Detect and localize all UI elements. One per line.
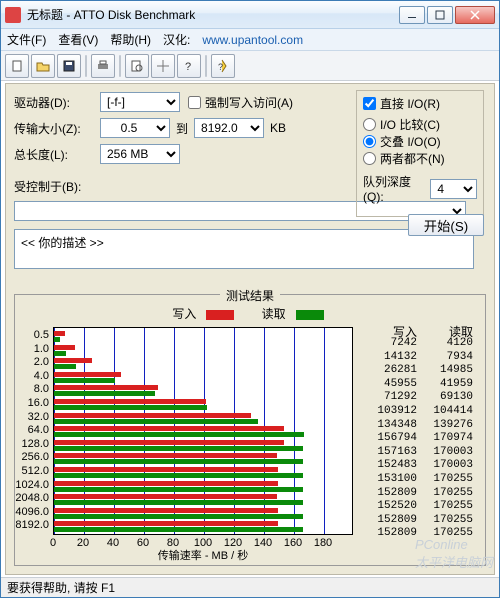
xfer-to-select[interactable]: 8192.0 bbox=[194, 118, 264, 138]
preview-icon[interactable] bbox=[125, 54, 149, 78]
legend-read-swatch bbox=[296, 310, 324, 320]
about-icon[interactable]: ? bbox=[211, 54, 235, 78]
io-compare-radio[interactable] bbox=[363, 118, 376, 131]
print-icon[interactable] bbox=[91, 54, 115, 78]
io-overlap-radio[interactable] bbox=[363, 135, 376, 148]
new-file-icon[interactable] bbox=[5, 54, 29, 78]
io-neither-radio[interactable] bbox=[363, 152, 376, 165]
save-icon[interactable] bbox=[57, 54, 81, 78]
toolbar-separator bbox=[85, 55, 87, 77]
chart-y-labels: 0.51.02.04.08.016.032.064.0128.0256.0512… bbox=[15, 329, 51, 535]
menu-help[interactable]: 帮助(H) bbox=[110, 31, 151, 48]
controlled-by-label: 受控制于(B): bbox=[14, 178, 100, 195]
force-write-label: 强制写入访问(A) bbox=[205, 94, 293, 111]
queue-depth-label: 队列深度(Q): bbox=[363, 173, 426, 204]
legend-write-swatch bbox=[206, 310, 234, 320]
io-compare-label: I/O 比较(C) bbox=[380, 116, 440, 133]
menu-file[interactable]: 文件(F) bbox=[7, 31, 46, 48]
queue-depth-select[interactable]: 4 bbox=[430, 179, 477, 199]
app-icon bbox=[5, 7, 21, 23]
results-panel: 测试结果 写入 读取 0.51.02.04.08.016.032.064.012… bbox=[14, 294, 486, 566]
xfer-from-select[interactable]: 0.5 bbox=[100, 118, 170, 138]
help-icon[interactable]: ? bbox=[177, 54, 201, 78]
move-icon[interactable] bbox=[151, 54, 175, 78]
open-file-icon[interactable] bbox=[31, 54, 55, 78]
direct-io-checkbox[interactable] bbox=[363, 97, 376, 110]
close-button[interactable] bbox=[455, 6, 495, 24]
minimize-button[interactable] bbox=[399, 6, 425, 24]
maximize-button[interactable] bbox=[427, 6, 453, 24]
kb-label: KB bbox=[270, 121, 286, 135]
toolbar-separator bbox=[205, 55, 207, 77]
menu-bar: 文件(F) 查看(V) 帮助(H) 汉化: www.upantool.com bbox=[1, 29, 499, 51]
toolbar: ? ? bbox=[1, 51, 499, 81]
description-box[interactable]: << 你的描述 >> bbox=[14, 229, 474, 269]
chart-x-label: 传输速率 - MB / 秒 bbox=[53, 547, 353, 563]
io-options-panel: 直接 I/O(R) I/O 比较(C) 交叠 I/O(O) 两者都不(N) 队列… bbox=[356, 90, 484, 217]
drive-label: 驱动器(D): bbox=[14, 94, 100, 111]
menu-view[interactable]: 查看(V) bbox=[58, 31, 98, 48]
length-label: 总长度(L): bbox=[14, 146, 100, 163]
svg-text:?: ? bbox=[185, 61, 191, 73]
start-button[interactable]: 开始(S) bbox=[408, 214, 484, 236]
io-overlap-label: 交叠 I/O(O) bbox=[380, 133, 441, 150]
title-bar[interactable]: 无标题 - ATTO Disk Benchmark bbox=[1, 1, 499, 29]
status-bar: 要获得帮助, 请按 F1 bbox=[1, 577, 499, 597]
menu-chs-label: 汉化: bbox=[163, 31, 190, 48]
to-label: 到 bbox=[176, 120, 188, 137]
direct-io-label: 直接 I/O(R) bbox=[380, 95, 440, 112]
app-window: 无标题 - ATTO Disk Benchmark 文件(F) 查看(V) 帮助… bbox=[0, 0, 500, 598]
window-title: 无标题 - ATTO Disk Benchmark bbox=[27, 6, 399, 23]
toolbar-separator bbox=[119, 55, 121, 77]
svg-text:?: ? bbox=[218, 62, 223, 72]
force-write-checkbox[interactable] bbox=[188, 96, 201, 109]
xfer-label: 传输大小(Z): bbox=[14, 120, 100, 137]
results-numbers: 7242412014132793426281149854595541959712… bbox=[361, 337, 473, 535]
results-title: 测试结果 bbox=[220, 287, 280, 304]
length-select[interactable]: 256 MB bbox=[100, 144, 180, 164]
drive-select[interactable]: [-f-] bbox=[100, 92, 180, 112]
chart-plot-area bbox=[53, 327, 353, 535]
content-panel: 驱动器(D): [-f-] 强制写入访问(A) 传输大小(Z): 0.5 到 8… bbox=[5, 83, 495, 575]
io-neither-label: 两者都不(N) bbox=[380, 150, 445, 167]
menu-url[interactable]: www.upantool.com bbox=[202, 33, 303, 47]
